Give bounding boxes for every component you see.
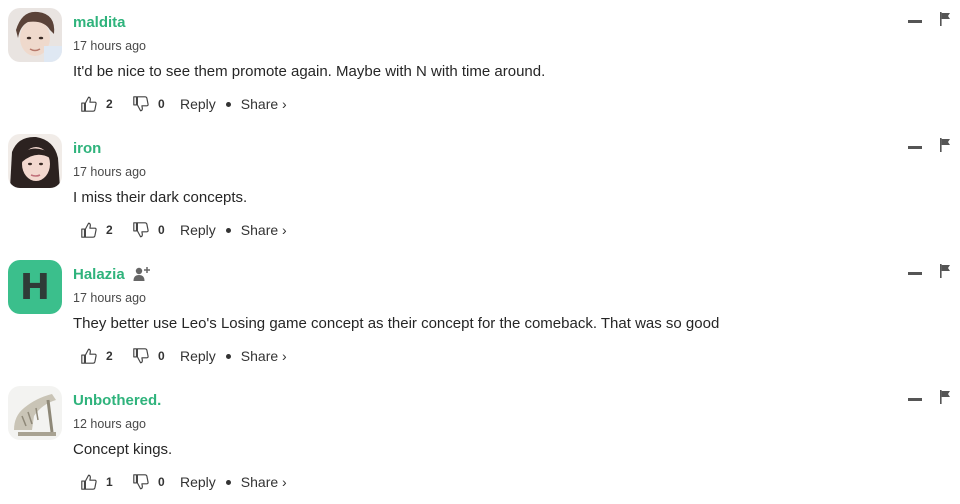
- comment-text: Concept kings.: [73, 441, 173, 458]
- comment-actions: 2 0 Reply Share ›: [80, 94, 287, 114]
- thumbs-down-icon: [133, 222, 149, 238]
- timestamp: 17 hours ago: [73, 291, 146, 305]
- like-count: 2: [106, 97, 113, 111]
- thumbs-up-icon: [81, 96, 97, 112]
- thumbs-up-icon: [81, 348, 97, 364]
- dislike-count: 0: [158, 349, 165, 363]
- dislike-button[interactable]: 0: [132, 347, 180, 365]
- collapse-icon[interactable]: [908, 398, 922, 401]
- avatar[interactable]: H: [8, 260, 62, 314]
- thumbs-up-icon: [81, 474, 97, 490]
- comment-actions: 2 0 Reply Share ›: [80, 220, 287, 240]
- avatar[interactable]: [8, 134, 62, 188]
- share-button[interactable]: Share ›: [241, 96, 287, 112]
- add-user-icon[interactable]: [133, 266, 151, 282]
- share-button[interactable]: Share ›: [241, 474, 287, 490]
- collapse-icon[interactable]: [908, 20, 922, 23]
- dislike-button[interactable]: 0: [132, 95, 180, 113]
- avatar-photo: [8, 386, 62, 440]
- avatar[interactable]: [8, 386, 62, 440]
- username[interactable]: Unbothered.: [73, 392, 161, 409]
- reply-button[interactable]: Reply: [180, 348, 216, 364]
- timestamp: 17 hours ago: [73, 39, 146, 53]
- dislike-button[interactable]: 0: [132, 221, 180, 239]
- username[interactable]: Halazia: [73, 266, 125, 283]
- comment-item: iron 17 hours ago I miss their dark conc…: [0, 126, 960, 252]
- comment-item: H Halazia 17 hours ago They better use L…: [0, 252, 960, 378]
- separator-dot: [225, 227, 231, 233]
- comment-actions: 2 0 Reply Share ›: [80, 346, 287, 366]
- collapse-icon[interactable]: [908, 146, 922, 149]
- dislike-count: 0: [158, 223, 165, 237]
- flag-icon[interactable]: [939, 12, 951, 26]
- avatar-letter: H: [19, 266, 51, 308]
- comment-text: They better use Leo's Losing game concep…: [73, 315, 720, 332]
- username[interactable]: maldita: [73, 14, 126, 31]
- flag-icon[interactable]: [939, 138, 951, 152]
- like-button[interactable]: 2: [80, 347, 132, 365]
- collapse-icon[interactable]: [908, 272, 922, 275]
- reply-button[interactable]: Reply: [180, 96, 216, 112]
- thumbs-up-icon: [81, 222, 97, 238]
- separator-dot: [225, 479, 231, 485]
- comment-text: I miss their dark concepts.: [73, 189, 248, 206]
- thumbs-down-icon: [133, 96, 149, 112]
- timestamp: 17 hours ago: [73, 165, 146, 179]
- like-count: 2: [106, 349, 113, 363]
- comment-text: It'd be nice to see them promote again. …: [73, 63, 546, 80]
- like-button[interactable]: 2: [80, 221, 132, 239]
- flag-icon[interactable]: [939, 390, 951, 404]
- separator-dot: [225, 101, 231, 107]
- like-count: 1: [106, 475, 113, 489]
- like-button[interactable]: 1: [80, 473, 132, 491]
- comment-item: maldita 17 hours ago It'd be nice to see…: [0, 0, 960, 126]
- dislike-count: 0: [158, 475, 165, 489]
- flag-icon[interactable]: [939, 264, 951, 278]
- reply-button[interactable]: Reply: [180, 222, 216, 238]
- share-button[interactable]: Share ›: [241, 222, 287, 238]
- like-button[interactable]: 2: [80, 95, 132, 113]
- avatar[interactable]: [8, 8, 62, 62]
- comment-item: Unbothered. 12 hours ago Concept kings. …: [0, 378, 960, 504]
- thumbs-down-icon: [133, 474, 149, 490]
- like-count: 2: [106, 223, 113, 237]
- reply-button[interactable]: Reply: [180, 474, 216, 490]
- separator-dot: [225, 353, 231, 359]
- comment-actions: 1 0 Reply Share ›: [80, 472, 287, 492]
- dislike-count: 0: [158, 97, 165, 111]
- share-button[interactable]: Share ›: [241, 348, 287, 364]
- thumbs-down-icon: [133, 348, 149, 364]
- dislike-button[interactable]: 0: [132, 473, 180, 491]
- avatar-photo: [8, 8, 62, 62]
- timestamp: 12 hours ago: [73, 417, 146, 431]
- username[interactable]: iron: [73, 140, 101, 157]
- avatar-photo: [8, 134, 62, 188]
